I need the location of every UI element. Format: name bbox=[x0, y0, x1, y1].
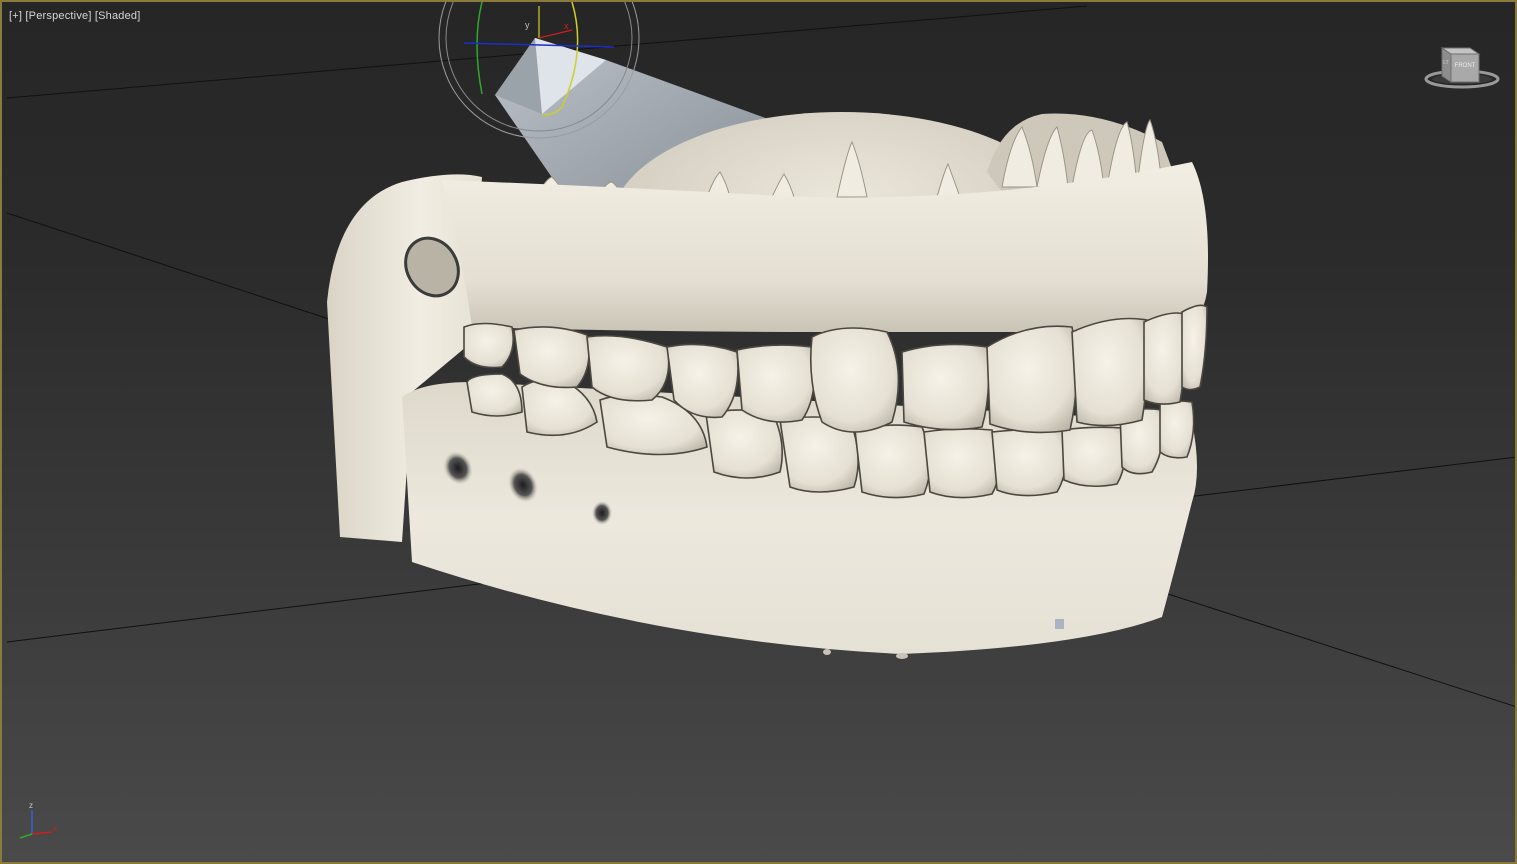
perspective-viewport[interactable]: y x [+] [Perspective] [Shaded] FRONT LT … bbox=[0, 0, 1517, 864]
viewport-point-of-view-menu[interactable]: [Perspective] bbox=[25, 10, 91, 22]
pivot-marker bbox=[1055, 619, 1064, 629]
viewport-general-menu[interactable]: [+] bbox=[9, 10, 22, 22]
viewport-label-menu: [+] [Perspective] [Shaded] bbox=[9, 10, 141, 22]
viewport-scene[interactable]: y x bbox=[2, 2, 1517, 864]
gizmo-axis-x[interactable] bbox=[538, 29, 573, 39]
gizmo-y-label: y bbox=[525, 20, 530, 30]
viewcube-left-label: LT bbox=[1443, 60, 1448, 66]
viewcube[interactable]: FRONT LT bbox=[1422, 40, 1502, 92]
viewcube-front-label: FRONT bbox=[1455, 63, 1476, 69]
tripod-z-label: z bbox=[29, 801, 33, 810]
gizmo-x-label: x bbox=[564, 21, 569, 31]
viewport-shading-menu[interactable]: [Shaded] bbox=[95, 10, 141, 22]
tripod-x-label: x bbox=[53, 824, 57, 833]
axis-tripod-icon: z x bbox=[19, 801, 57, 839]
gizmo-ring-x[interactable] bbox=[476, 2, 483, 95]
